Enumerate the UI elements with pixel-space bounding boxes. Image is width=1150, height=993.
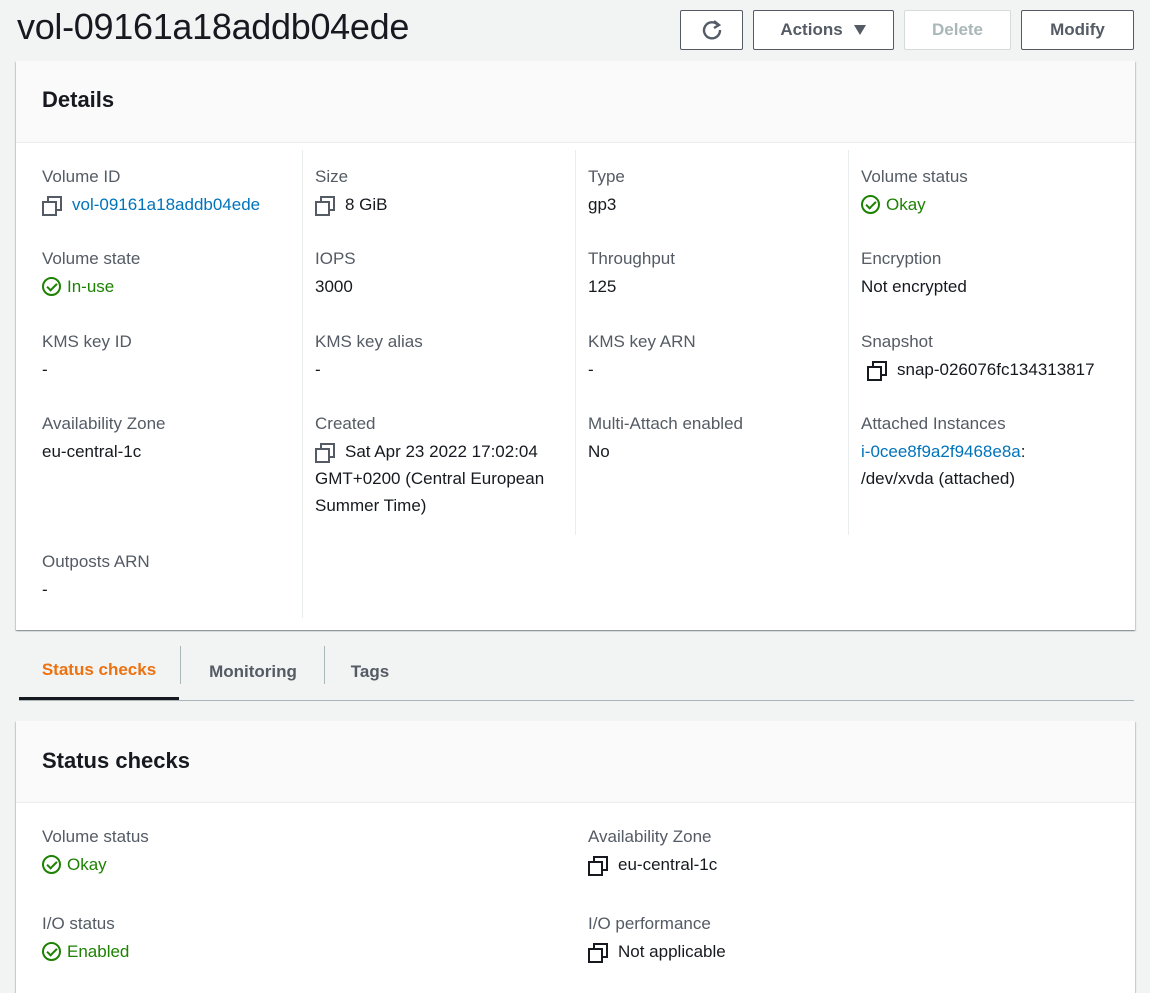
io-performance-value: Not applicable xyxy=(618,942,726,961)
column-divider xyxy=(302,150,303,618)
io-status-value: Enabled xyxy=(67,942,130,961)
iops-field: IOPS 3000 xyxy=(315,248,565,301)
tab-status-checks[interactable]: Status checks xyxy=(19,643,179,700)
volume-status-field: Volume status Okay xyxy=(861,166,1111,219)
size-label: Size xyxy=(315,167,349,186)
page-header: vol-09161a18addb04ede Actions Delete Mod… xyxy=(0,0,1150,60)
io-performance-field: I/O performance Not applicable xyxy=(588,913,838,966)
details-panel: Details Volume ID vol-09161a18addb04ede … xyxy=(16,61,1135,630)
outposts-arn-field: Outposts ARN - xyxy=(42,551,292,604)
success-check-icon xyxy=(42,942,61,961)
copy-icon[interactable] xyxy=(588,943,608,963)
iops-label: IOPS xyxy=(315,249,356,268)
kms-key-id-label: KMS key ID xyxy=(42,332,132,351)
size-field: Size 8 GiB xyxy=(315,166,565,219)
multi-attach-field: Multi-Attach enabled No xyxy=(588,413,838,466)
sc-volume-status-field: Volume status Okay xyxy=(42,826,292,879)
volume-status-value: Okay xyxy=(886,195,926,214)
volume-state-field: Volume state In-use xyxy=(42,248,292,301)
created-label: Created xyxy=(315,414,376,433)
volume-id-label: Volume ID xyxy=(42,167,121,186)
multi-attach-value: No xyxy=(588,442,610,461)
caret-down-icon xyxy=(853,25,866,35)
kms-key-alias-field: KMS key alias - xyxy=(315,331,565,384)
refresh-icon xyxy=(702,20,721,40)
actions-button[interactable]: Actions xyxy=(753,10,894,50)
snapshot-value: snap-026076fc134313817 xyxy=(897,360,1095,379)
iops-value: 3000 xyxy=(315,277,353,296)
copy-icon[interactable] xyxy=(42,196,62,216)
created-line1: Sat Apr 23 2022 17:02:04 xyxy=(345,442,538,461)
io-status-label: I/O status xyxy=(42,914,115,933)
status-checks-header: Status checks xyxy=(16,721,1135,803)
modify-button[interactable]: Modify xyxy=(1021,10,1134,50)
throughput-field: Throughput 125 xyxy=(588,248,838,301)
volume-state-value: In-use xyxy=(67,277,115,296)
volume-id-link[interactable]: vol-09161a18addb04ede xyxy=(72,191,260,219)
copy-icon[interactable] xyxy=(588,856,608,876)
volume-status-label: Volume status xyxy=(861,167,968,186)
column-divider xyxy=(575,150,576,535)
copy-icon[interactable] xyxy=(867,361,887,381)
attached-instances-field: Attached Instances i-0cee8f9a2f9468e8a: … xyxy=(861,413,1121,492)
tab-tags[interactable]: Tags xyxy=(325,643,415,700)
tab-bar: Status checks Monitoring Tags xyxy=(19,643,1134,701)
status-checks-heading: Status checks xyxy=(42,748,190,773)
kms-key-alias-label: KMS key alias xyxy=(315,332,423,351)
outposts-arn-value: - xyxy=(42,580,48,599)
type-field: Type gp3 xyxy=(588,166,838,219)
multi-attach-label: Multi-Attach enabled xyxy=(588,414,743,433)
kms-key-id-value: - xyxy=(42,360,48,379)
volume-id-field: Volume ID vol-09161a18addb04ede xyxy=(42,166,292,219)
kms-key-arn-label: KMS key ARN xyxy=(588,332,696,351)
created-line2: GMT+0200 (Central European xyxy=(315,469,545,488)
availability-zone-value: eu-central-1c xyxy=(42,442,142,461)
throughput-value: 125 xyxy=(588,277,617,296)
details-header: Details xyxy=(16,61,1135,143)
kms-key-arn-field: KMS key ARN - xyxy=(588,331,838,384)
created-line3: Summer Time) xyxy=(315,496,427,515)
refresh-button[interactable] xyxy=(680,10,743,50)
page-title: vol-09161a18addb04ede xyxy=(17,6,410,47)
snapshot-label: Snapshot xyxy=(861,332,933,351)
attached-instances-label: Attached Instances xyxy=(861,414,1006,433)
type-value: gp3 xyxy=(588,195,617,214)
availability-zone-label: Availability Zone xyxy=(42,414,166,433)
copy-icon[interactable] xyxy=(315,196,335,216)
success-check-icon xyxy=(42,855,61,874)
sc-availability-zone-label: Availability Zone xyxy=(588,827,712,846)
tab-monitoring[interactable]: Monitoring xyxy=(181,643,325,700)
sc-volume-status-label: Volume status xyxy=(42,827,149,846)
encryption-value: Not encrypted xyxy=(861,277,967,296)
details-heading: Details xyxy=(42,87,115,112)
availability-zone-field: Availability Zone eu-central-1c xyxy=(42,413,292,466)
snapshot-field: Snapshot snap-026076fc134313817 xyxy=(861,331,1121,384)
kms-key-arn-value: - xyxy=(588,360,594,379)
io-status-field: I/O status Enabled xyxy=(42,913,292,966)
sc-volume-status-value: Okay xyxy=(67,855,107,874)
volume-state-label: Volume state xyxy=(42,249,141,268)
type-label: Type xyxy=(588,167,625,186)
instance-colon: : xyxy=(1020,442,1026,461)
encryption-label: Encryption xyxy=(861,249,942,268)
success-check-icon xyxy=(42,277,61,296)
sc-availability-zone-field: Availability Zone eu-central-1c xyxy=(588,826,838,879)
io-performance-label: I/O performance xyxy=(588,914,711,933)
attached-device: /dev/xvda (attached) xyxy=(861,469,1016,488)
instance-link[interactable]: i-0cee8f9a2f9468e8a xyxy=(861,438,1021,465)
column-divider xyxy=(848,150,849,535)
success-check-icon xyxy=(861,195,880,214)
copy-icon[interactable] xyxy=(315,443,335,463)
outposts-arn-label: Outposts ARN xyxy=(42,552,150,571)
throughput-label: Throughput xyxy=(588,249,675,268)
sc-availability-zone-value: eu-central-1c xyxy=(618,855,718,874)
encryption-field: Encryption Not encrypted xyxy=(861,248,1111,301)
created-field: Created Sat Apr 23 2022 17:02:04 GMT+020… xyxy=(315,413,565,519)
status-checks-panel: Status checks Volume status Okay Availab… xyxy=(16,721,1135,993)
size-value: 8 GiB xyxy=(345,195,388,214)
actions-label: Actions xyxy=(780,20,843,39)
kms-key-id-field: KMS key ID - xyxy=(42,331,292,384)
kms-key-alias-value: - xyxy=(315,360,321,379)
delete-button[interactable]: Delete xyxy=(904,10,1011,50)
